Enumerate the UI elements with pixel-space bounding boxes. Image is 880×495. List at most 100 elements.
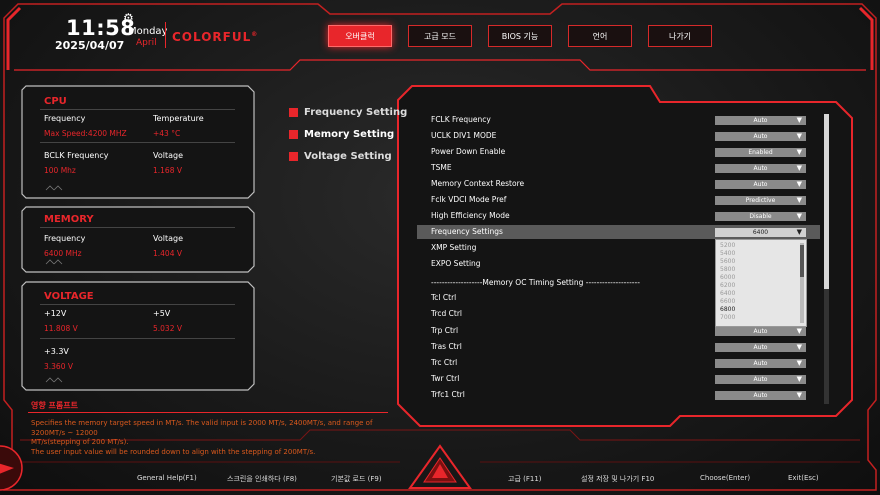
setting-fclk-vdci-mode[interactable]: Fclk VDCI Mode Pref Predictive ▼	[417, 193, 820, 207]
dropdown-arrow-icon: ▼	[796, 343, 802, 351]
setting-dropdown[interactable]: Auto ▼	[715, 327, 806, 336]
voltage-title-divider	[40, 304, 235, 305]
cpu-row-divider	[40, 142, 235, 143]
menu-frequency-setting[interactable]: Frequency Setting	[289, 107, 407, 118]
dropdown-option[interactable]: 6400	[720, 290, 735, 297]
dropdown-arrow-icon: ▼	[796, 327, 802, 335]
setting-fclk-frequency[interactable]: FCLK Frequency Auto ▼	[417, 113, 820, 127]
tab-advanced-mode[interactable]: 고급 모드	[408, 25, 472, 47]
dropdown-arrow-icon: ▼	[796, 359, 802, 367]
cpu-bclk-label: BCLK Frequency	[44, 151, 109, 160]
dropdown-arrow-icon: ▼	[796, 132, 802, 140]
header-divider	[165, 22, 166, 48]
dropdown-option[interactable]: 5800	[720, 266, 735, 273]
voltage-row-divider	[40, 338, 235, 339]
setting-frequency-settings[interactable]: Frequency Settings 6400 ▼	[417, 225, 820, 239]
v12-value: 11.808 V	[44, 324, 78, 333]
dropdown-option[interactable]: 6000	[720, 274, 735, 281]
setting-uclk-div1-mode[interactable]: UCLK DIV1 MODE Auto ▼	[417, 129, 820, 143]
memory-voltage-value: 1.404 V	[153, 249, 182, 258]
logo-emblem	[408, 444, 472, 489]
cpu-voltage-value: 1.168 V	[153, 166, 182, 175]
v5-label: +5V	[153, 309, 171, 318]
setting-high-efficiency-mode[interactable]: High Efficiency Mode Disable ▼	[417, 209, 820, 223]
cpu-frequency-label: Frequency	[44, 114, 86, 123]
setting-tras-ctrl[interactable]: Tras Ctrl Auto ▼	[417, 340, 820, 354]
footer-load-defaults[interactable]: 기본값 로드 (F9)	[331, 474, 382, 484]
day-of-week: Monday	[128, 26, 168, 37]
settings-scroll-thumb[interactable]	[824, 114, 829, 289]
dropdown-arrow-icon: ▼	[796, 116, 802, 124]
tab-exit[interactable]: 나가기	[648, 25, 712, 47]
dropdown-arrow-icon: ▼	[796, 375, 802, 383]
setting-dropdown[interactable]: Predictive ▼	[715, 196, 806, 205]
setting-twr-ctrl[interactable]: Twr Ctrl Auto ▼	[417, 372, 820, 386]
brand-logo: COLORFUL®	[172, 30, 259, 44]
dropdown-arrow-icon: ▼	[796, 164, 802, 172]
tab-bios-features[interactable]: BIOS 기능	[488, 25, 552, 47]
help-prompt-title: 영향 프롬프트	[31, 401, 78, 410]
footer-advanced[interactable]: 고급 (F11)	[508, 474, 542, 484]
dropdown-option-current[interactable]: 6800	[720, 306, 735, 313]
footer-help[interactable]: General Help(F1)	[137, 474, 197, 482]
cpu-frequency-value: Max Speed:4200 MHZ	[44, 129, 127, 138]
menu-memory-setting[interactable]: Memory Setting	[289, 129, 394, 140]
dropdown-option[interactable]: 5600	[720, 258, 735, 265]
square-bullet-icon	[289, 108, 298, 117]
dropdown-arrow-icon: ▼	[796, 148, 802, 156]
tab-overclock[interactable]: 오버클럭	[328, 25, 392, 47]
setting-dropdown[interactable]: Auto ▼	[715, 164, 806, 173]
footer-exit[interactable]: Exit(Esc)	[788, 474, 819, 482]
setting-dropdown[interactable]: Disable ▼	[715, 212, 806, 221]
cpu-title-divider	[40, 109, 235, 110]
memory-panel-title: MEMORY	[44, 214, 94, 225]
setting-dropdown[interactable]: Auto ▼	[715, 116, 806, 125]
setting-memory-context-restore[interactable]: Memory Context Restore Auto ▼	[417, 177, 820, 191]
v12-label: +12V	[44, 309, 67, 318]
cpu-panel-title: CPU	[44, 96, 67, 107]
v5-value: 5.032 V	[153, 324, 182, 333]
square-bullet-icon	[289, 152, 298, 161]
settings-gear-icon[interactable]: ⚙	[123, 11, 134, 25]
setting-power-down-enable[interactable]: Power Down Enable Enabled ▼	[417, 145, 820, 159]
dropdown-option[interactable]: 6200	[720, 282, 735, 289]
help-prompt-divider	[28, 412, 388, 413]
setting-dropdown[interactable]: Auto ▼	[715, 359, 806, 368]
setting-dropdown[interactable]: Auto ▼	[715, 343, 806, 352]
setting-dropdown[interactable]: 6400 ▼	[715, 228, 806, 237]
dropdown-arrow-icon: ▼	[796, 196, 802, 204]
setting-dropdown[interactable]: Enabled ▼	[715, 148, 806, 157]
cpu-temperature-label: Temperature	[153, 114, 204, 123]
footer-save-exit[interactable]: 설정 저장 및 나가기 F10	[581, 474, 654, 484]
dropdown-scroll-thumb[interactable]	[800, 245, 804, 277]
date-display: 2025/04/07	[55, 39, 125, 52]
setting-dropdown[interactable]: Auto ▼	[715, 391, 806, 400]
setting-tsme[interactable]: TSME Auto ▼	[417, 161, 820, 175]
dropdown-option[interactable]: 7000	[720, 314, 735, 321]
dropdown-arrow-icon: ▼	[796, 212, 802, 220]
footer-print-screen[interactable]: 스크린을 인쇄하다 (F8)	[227, 474, 297, 484]
footer-choose[interactable]: Choose(Enter)	[700, 474, 750, 482]
cpu-bclk-value: 100 Mhz	[44, 166, 76, 175]
memory-frequency-value: 6400 MHz	[44, 249, 82, 258]
dropdown-option[interactable]: 5400	[720, 250, 735, 257]
setting-trfc1-ctrl[interactable]: Trfc1 Ctrl Auto ▼	[417, 388, 820, 402]
cpu-temperature-value: +43 °C	[153, 129, 181, 138]
help-prompt-text: Specifies the memory target speed in MT/…	[31, 419, 373, 456]
tab-language[interactable]: 언어	[568, 25, 632, 47]
menu-voltage-setting[interactable]: Voltage Setting	[289, 151, 392, 162]
square-bullet-icon	[289, 130, 298, 139]
setting-trc-ctrl[interactable]: Trc Ctrl Auto ▼	[417, 356, 820, 370]
memory-title-divider	[40, 227, 235, 228]
v33-label: +3.3V	[44, 347, 69, 356]
timing-section-divider: -------------------Memory OC Timing Sett…	[431, 278, 640, 287]
dropdown-option[interactable]: 5200	[720, 242, 735, 249]
setting-dropdown[interactable]: Auto ▼	[715, 132, 806, 141]
cpu-voltage-label: Voltage	[153, 151, 184, 160]
dropdown-arrow-icon: ▼	[796, 180, 802, 188]
setting-dropdown[interactable]: Auto ▼	[715, 375, 806, 384]
dropdown-option[interactable]: 6600	[720, 298, 735, 305]
frequency-dropdown-list[interactable]: 5200 5400 5600 5800 6000 6200 6400 6600 …	[715, 239, 807, 327]
v33-value: 3.360 V	[44, 362, 73, 371]
setting-dropdown[interactable]: Auto ▼	[715, 180, 806, 189]
